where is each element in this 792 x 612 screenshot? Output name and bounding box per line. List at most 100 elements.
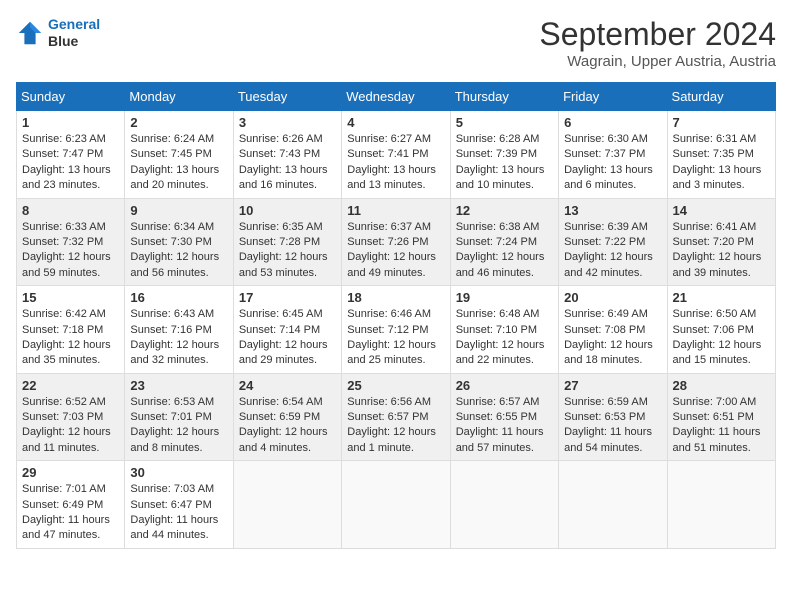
day-info: Sunrise: 6:31 AM Sunset: 7:35 PM Dayligh… [673, 132, 770, 194]
day-info: Sunrise: 7:00 AM Sunset: 6:51 PM Dayligh… [673, 395, 770, 457]
table-row: 12 Sunrise: 6:38 AM Sunset: 7:24 PM Dayli… [450, 198, 558, 286]
table-row: 18 Sunrise: 6:46 AM Sunset: 7:12 PM Dayli… [342, 286, 450, 374]
day-info: Sunrise: 6:35 AM Sunset: 7:28 PM Dayligh… [239, 220, 336, 282]
day-number: 16 [130, 290, 227, 305]
table-row: 26 Sunrise: 6:57 AM Sunset: 6:55 PM Dayli… [450, 373, 558, 461]
day-info: Sunrise: 6:39 AM Sunset: 7:22 PM Dayligh… [564, 220, 661, 282]
calendar-week-row: 1 Sunrise: 6:23 AM Sunset: 7:47 PM Daylig… [17, 111, 776, 199]
day-number: 29 [22, 465, 119, 480]
table-row: 25 Sunrise: 6:56 AM Sunset: 6:57 PM Dayli… [342, 373, 450, 461]
day-number: 25 [347, 378, 444, 393]
day-number: 4 [347, 115, 444, 130]
day-number: 2 [130, 115, 227, 130]
day-number: 15 [22, 290, 119, 305]
table-row: 1 Sunrise: 6:23 AM Sunset: 7:47 PM Daylig… [17, 111, 125, 199]
day-info: Sunrise: 7:01 AM Sunset: 6:49 PM Dayligh… [22, 482, 119, 544]
day-info: Sunrise: 6:42 AM Sunset: 7:18 PM Dayligh… [22, 307, 119, 369]
day-info: Sunrise: 6:48 AM Sunset: 7:10 PM Dayligh… [456, 307, 553, 369]
table-row: 3 Sunrise: 6:26 AM Sunset: 7:43 PM Daylig… [233, 111, 341, 199]
day-number: 13 [564, 203, 661, 218]
day-info: Sunrise: 6:41 AM Sunset: 7:20 PM Dayligh… [673, 220, 770, 282]
table-row: 15 Sunrise: 6:42 AM Sunset: 7:18 PM Dayli… [17, 286, 125, 374]
day-number: 1 [22, 115, 119, 130]
calendar-week-row: 15 Sunrise: 6:42 AM Sunset: 7:18 PM Dayli… [17, 286, 776, 374]
day-number: 26 [456, 378, 553, 393]
day-info: Sunrise: 6:33 AM Sunset: 7:32 PM Dayligh… [22, 220, 119, 282]
calendar-week-row: 29 Sunrise: 7:01 AM Sunset: 6:49 PM Dayli… [17, 461, 776, 549]
table-row [667, 461, 775, 549]
day-info: Sunrise: 6:24 AM Sunset: 7:45 PM Dayligh… [130, 132, 227, 194]
table-row: 28 Sunrise: 7:00 AM Sunset: 6:51 PM Dayli… [667, 373, 775, 461]
calendar-week-row: 8 Sunrise: 6:33 AM Sunset: 7:32 PM Daylig… [17, 198, 776, 286]
logo: General Blue [16, 16, 100, 50]
day-number: 10 [239, 203, 336, 218]
table-row: 29 Sunrise: 7:01 AM Sunset: 6:49 PM Dayli… [17, 461, 125, 549]
day-number: 3 [239, 115, 336, 130]
day-number: 6 [564, 115, 661, 130]
day-info: Sunrise: 6:28 AM Sunset: 7:39 PM Dayligh… [456, 132, 553, 194]
day-info: Sunrise: 6:57 AM Sunset: 6:55 PM Dayligh… [456, 395, 553, 457]
day-number: 30 [130, 465, 227, 480]
day-info: Sunrise: 6:45 AM Sunset: 7:14 PM Dayligh… [239, 307, 336, 369]
logo-icon [16, 19, 44, 47]
table-row: 14 Sunrise: 6:41 AM Sunset: 7:20 PM Dayli… [667, 198, 775, 286]
title-block: September 2024 Wagrain, Upper Austria, A… [539, 16, 776, 70]
day-info: Sunrise: 6:59 AM Sunset: 6:53 PM Dayligh… [564, 395, 661, 457]
day-info: Sunrise: 6:53 AM Sunset: 7:01 PM Dayligh… [130, 395, 227, 457]
day-number: 22 [22, 378, 119, 393]
calendar-table: Sunday Monday Tuesday Wednesday Thursday… [16, 82, 776, 549]
table-row: 24 Sunrise: 6:54 AM Sunset: 6:59 PM Dayli… [233, 373, 341, 461]
table-row [233, 461, 341, 549]
header-wednesday: Wednesday [342, 83, 450, 111]
table-row: 30Sunrise: 7:03 AM Sunset: 6:47 PM Dayli… [125, 461, 233, 549]
day-info: Sunrise: 6:27 AM Sunset: 7:41 PM Dayligh… [347, 132, 444, 194]
table-row: 27 Sunrise: 6:59 AM Sunset: 6:53 PM Dayli… [559, 373, 667, 461]
day-info: Sunrise: 6:46 AM Sunset: 7:12 PM Dayligh… [347, 307, 444, 369]
table-row: 7Sunrise: 6:31 AM Sunset: 7:35 PM Daylig… [667, 111, 775, 199]
day-info: Sunrise: 6:26 AM Sunset: 7:43 PM Dayligh… [239, 132, 336, 194]
day-info: Sunrise: 6:54 AM Sunset: 6:59 PM Dayligh… [239, 395, 336, 457]
day-info: Sunrise: 6:52 AM Sunset: 7:03 PM Dayligh… [22, 395, 119, 457]
day-number: 12 [456, 203, 553, 218]
day-info: Sunrise: 6:50 AM Sunset: 7:06 PM Dayligh… [673, 307, 770, 369]
day-number: 24 [239, 378, 336, 393]
header-sunday: Sunday [17, 83, 125, 111]
table-row: 20 Sunrise: 6:49 AM Sunset: 7:08 PM Dayli… [559, 286, 667, 374]
table-row: 11Sunrise: 6:37 AM Sunset: 7:26 PM Dayli… [342, 198, 450, 286]
day-number: 20 [564, 290, 661, 305]
table-row: 21 Sunrise: 6:50 AM Sunset: 7:06 PM Dayli… [667, 286, 775, 374]
table-row: 23Sunrise: 6:53 AM Sunset: 7:01 PM Dayli… [125, 373, 233, 461]
table-row: 8 Sunrise: 6:33 AM Sunset: 7:32 PM Daylig… [17, 198, 125, 286]
table-row: 2 Sunrise: 6:24 AM Sunset: 7:45 PM Daylig… [125, 111, 233, 199]
page-header: General Blue September 2024 Wagrain, Upp… [16, 16, 776, 70]
logo-text: General Blue [48, 16, 100, 50]
header-thursday: Thursday [450, 83, 558, 111]
table-row: 17 Sunrise: 6:45 AM Sunset: 7:14 PM Dayli… [233, 286, 341, 374]
day-number: 28 [673, 378, 770, 393]
day-number: 17 [239, 290, 336, 305]
day-info: Sunrise: 6:38 AM Sunset: 7:24 PM Dayligh… [456, 220, 553, 282]
table-row: 16Sunrise: 6:43 AM Sunset: 7:16 PM Dayli… [125, 286, 233, 374]
header-monday: Monday [125, 83, 233, 111]
day-number: 8 [22, 203, 119, 218]
calendar-week-row: 22 Sunrise: 6:52 AM Sunset: 7:03 PM Dayli… [17, 373, 776, 461]
table-row [342, 461, 450, 549]
calendar-header-row: Sunday Monday Tuesday Wednesday Thursday… [17, 83, 776, 111]
day-number: 14 [673, 203, 770, 218]
day-info: Sunrise: 6:49 AM Sunset: 7:08 PM Dayligh… [564, 307, 661, 369]
table-row: 4 Sunrise: 6:27 AM Sunset: 7:41 PM Daylig… [342, 111, 450, 199]
day-number: 21 [673, 290, 770, 305]
day-info: Sunrise: 6:23 AM Sunset: 7:47 PM Dayligh… [22, 132, 119, 194]
table-row: 22 Sunrise: 6:52 AM Sunset: 7:03 PM Dayli… [17, 373, 125, 461]
table-row: 6Sunrise: 6:30 AM Sunset: 7:37 PM Daylig… [559, 111, 667, 199]
day-number: 5 [456, 115, 553, 130]
day-number: 18 [347, 290, 444, 305]
header-tuesday: Tuesday [233, 83, 341, 111]
table-row: 13 Sunrise: 6:39 AM Sunset: 7:22 PM Dayli… [559, 198, 667, 286]
month-title: September 2024 [539, 16, 776, 53]
day-info: Sunrise: 6:34 AM Sunset: 7:30 PM Dayligh… [130, 220, 227, 282]
day-number: 27 [564, 378, 661, 393]
header-saturday: Saturday [667, 83, 775, 111]
table-row [559, 461, 667, 549]
day-info: Sunrise: 6:56 AM Sunset: 6:57 PM Dayligh… [347, 395, 444, 457]
